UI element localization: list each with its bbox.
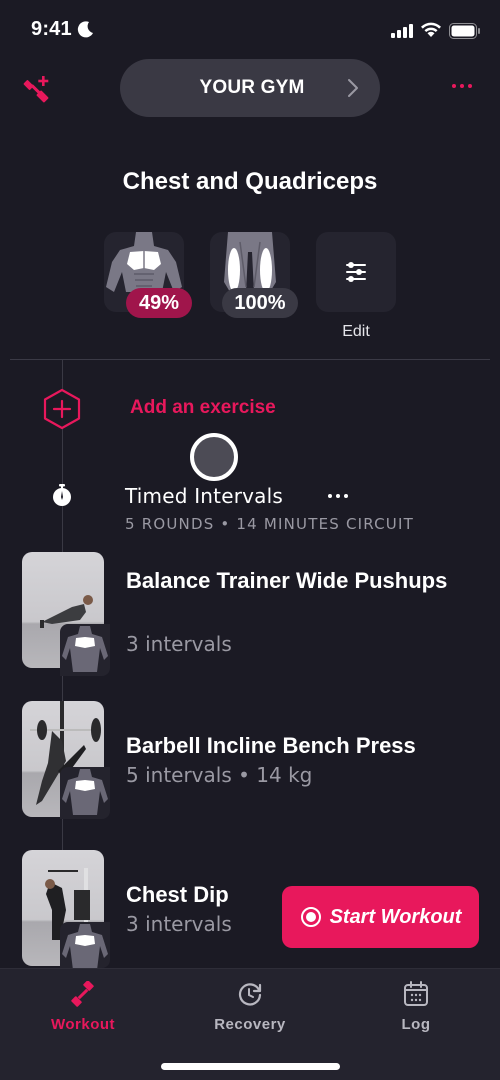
dot [344, 494, 348, 498]
sliders-icon [346, 262, 366, 282]
home-indicator [161, 1063, 340, 1070]
exercise-meta: 5 intervals • 14 kg [126, 763, 313, 787]
quadriceps-recovery-badge: 100% [222, 288, 298, 318]
workout-title: Chest and Quadriceps [122, 168, 378, 195]
dot [468, 84, 472, 88]
more-options-button[interactable] [452, 84, 472, 88]
tab-recovery[interactable]: Recovery [180, 969, 320, 1049]
tab-label: Log [401, 1016, 431, 1033]
gym-label: YOUR GYM [199, 77, 305, 98]
tab-label: Recovery [214, 1016, 286, 1033]
moon-icon [77, 21, 93, 38]
hexagon-plus-icon[interactable] [42, 388, 82, 430]
chest-muscle-icon [60, 922, 110, 968]
chevron-right-icon [348, 79, 358, 97]
tab-workout[interactable]: Workout [13, 969, 153, 1049]
recovery-clock-icon [238, 983, 262, 1006]
exercise-name: Balance Trainer Wide Pushups [126, 568, 448, 593]
block-more-button[interactable] [328, 494, 348, 498]
tab-log[interactable]: Log [346, 969, 486, 1049]
stopwatch-icon [53, 484, 71, 506]
chest-recovery-badge: 49% [126, 288, 192, 318]
tab-label: Workout [50, 1016, 116, 1033]
wifi-icon [421, 22, 441, 37]
chest-muscle-icon [60, 624, 110, 676]
add-exercise-link[interactable]: Add an exercise [130, 397, 276, 419]
block-title: Timed Intervals [125, 484, 284, 508]
gym-selector-button[interactable]: YOUR GYM [120, 59, 380, 117]
exercise-item[interactable]: Balance Trainer Wide Pushups 3 intervals [0, 552, 500, 676]
block-subtitle: 5 ROUNDS • 14 MINUTES CIRCUIT [125, 515, 414, 533]
start-workout-button[interactable]: Start Workout [282, 886, 479, 948]
drag-handle[interactable] [190, 433, 238, 481]
dot [452, 84, 456, 88]
battery-full-icon [449, 23, 480, 39]
divider [10, 359, 490, 360]
record-icon [300, 907, 321, 927]
exercise-meta: 3 intervals [126, 632, 232, 656]
cellular-signal-icon [391, 24, 413, 38]
dumbbell-icon [71, 981, 94, 1007]
calendar-icon [404, 981, 428, 1006]
exercise-meta: 3 intervals [126, 912, 232, 936]
dot [460, 84, 464, 88]
edit-muscles-button[interactable] [316, 232, 396, 312]
status-time: 9:41 [31, 18, 72, 40]
dot [328, 494, 332, 498]
status-bar: 9:41 [0, 0, 500, 60]
chest-muscle-icon [60, 767, 110, 819]
exercise-item[interactable]: Barbell Incline Bench Press 5 intervals … [0, 701, 500, 821]
muscle-card-chest[interactable]: 49% [104, 232, 192, 318]
start-workout-label: Start Workout [329, 905, 462, 928]
edit-label: Edit [342, 323, 370, 340]
dot [336, 494, 340, 498]
add-dumbbell-icon[interactable] [22, 74, 52, 104]
exercise-name: Barbell Incline Bench Press [126, 733, 416, 758]
muscle-card-quadriceps[interactable]: 100% [210, 232, 298, 318]
